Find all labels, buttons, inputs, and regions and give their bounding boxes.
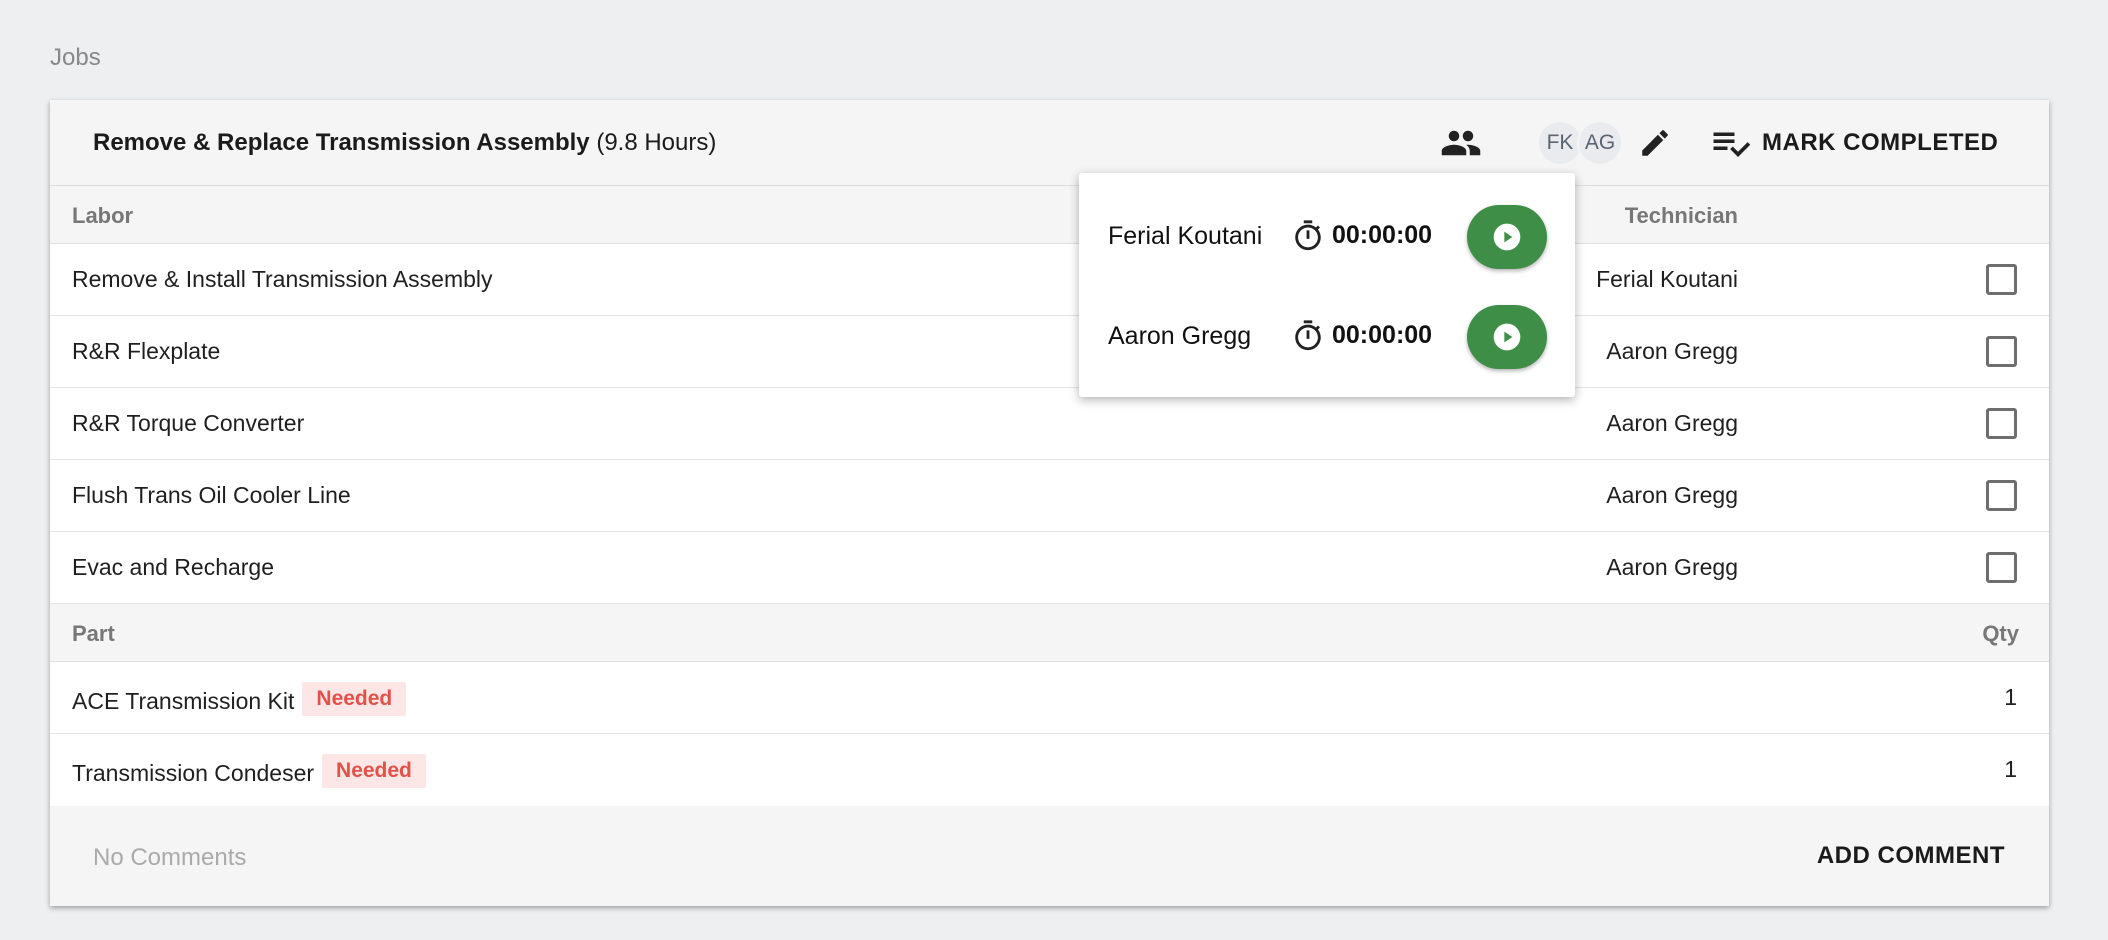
status-badge: Needed [322,754,426,788]
part-column-header: Part [72,621,115,646]
labor-row: Flush Trans Oil Cooler Line Aaron Gregg [50,460,2049,532]
section-title: Jobs [50,44,101,71]
labor-name: Evac and Recharge [72,554,275,580]
start-timer-button[interactable] [1467,305,1547,369]
job-hours: (9.8 Hours) [596,129,717,156]
labor-complete-checkbox[interactable] [1986,480,2017,511]
play-circle-icon [1493,223,1521,251]
job-name: Remove & Replace Transmission Assembly [93,129,590,156]
labor-technician: Aaron Gregg [1606,482,1738,508]
labor-technician: Aaron Gregg [1606,554,1738,580]
avatar-ag[interactable]: AG [1577,120,1623,166]
labor-technician: Aaron Gregg [1606,338,1738,364]
technician-timer-popover: Ferial Koutani 00:00:00 Aaron Gregg 00:0… [1079,173,1575,397]
add-comment-button[interactable]: ADD COMMENT [1817,842,2005,870]
labor-row: Remove & Install Transmission Assembly F… [50,244,2049,316]
status-badge: Needed [302,682,407,716]
labor-complete-checkbox[interactable] [1986,552,2017,583]
checklist-icon [1713,132,1751,157]
labor-technician: Ferial Koutani [1596,266,1738,292]
stopwatch-icon [1295,320,1321,351]
play-circle-icon [1493,323,1521,351]
mark-completed-label: MARK COMPLETED [1762,129,1999,156]
timer-value: 00:00:00 [1332,321,1433,349]
part-name: ACE Transmission Kit [72,687,295,714]
people-icon[interactable] [1440,122,1482,164]
labor-name: R&R Torque Converter [72,410,305,436]
no-comments-text: No Comments [93,844,247,871]
part-row: ACE Transmission Kit Needed 1 [50,662,2049,734]
parts-header: Part Qty [50,604,2049,662]
labor-row: R&R Torque Converter Aaron Gregg [50,388,2049,460]
pencil-icon[interactable] [1638,126,1672,160]
labor-name: R&R Flexplate [72,338,221,364]
mark-completed-button[interactable]: MARK COMPLETED [1710,120,1998,166]
qty-column-header: Qty [1982,621,2019,646]
part-row: Transmission Condeser Needed 1 [50,734,2049,806]
job-card: Remove & Replace Transmission Assembly (… [50,100,2049,906]
timer-technician-name: Ferial Koutani [1108,222,1263,250]
part-qty: 1 [2004,756,2017,782]
part-name: Transmission Condeser [72,759,315,786]
stopwatch-icon [1295,220,1321,251]
labor-technician: Aaron Gregg [1606,410,1738,436]
labor-row: Evac and Recharge Aaron Gregg [50,532,2049,604]
labor-row: R&R Flexplate Aaron Gregg [50,316,2049,388]
job-card-footer: No Comments ADD COMMENT [50,806,2049,906]
labor-name: Remove & Install Transmission Assembly [72,266,493,292]
job-card-header: Remove & Replace Transmission Assembly (… [50,100,2049,186]
part-cell: ACE Transmission Kit Needed [72,682,407,718]
timer-technician-name: Aaron Gregg [1108,322,1252,350]
timer-row: Aaron Gregg 00:00:00 [1079,295,1575,375]
labor-complete-checkbox[interactable] [1986,264,2017,295]
labor-complete-checkbox[interactable] [1986,408,2017,439]
labor-name: Flush Trans Oil Cooler Line [72,482,351,508]
part-qty: 1 [2004,684,2017,710]
job-title: Remove & Replace Transmission Assembly (… [93,129,716,157]
labor-complete-checkbox[interactable] [1986,336,2017,367]
part-cell: Transmission Condeser Needed [72,754,426,790]
labor-header: Labor Technician [50,186,2049,244]
timer-row: Ferial Koutani 00:00:00 [1079,195,1575,275]
labor-column-header: Labor [72,203,134,228]
start-timer-button[interactable] [1467,205,1547,269]
technician-column-header: Technician [1624,203,1738,228]
timer-value: 00:00:00 [1332,221,1433,249]
